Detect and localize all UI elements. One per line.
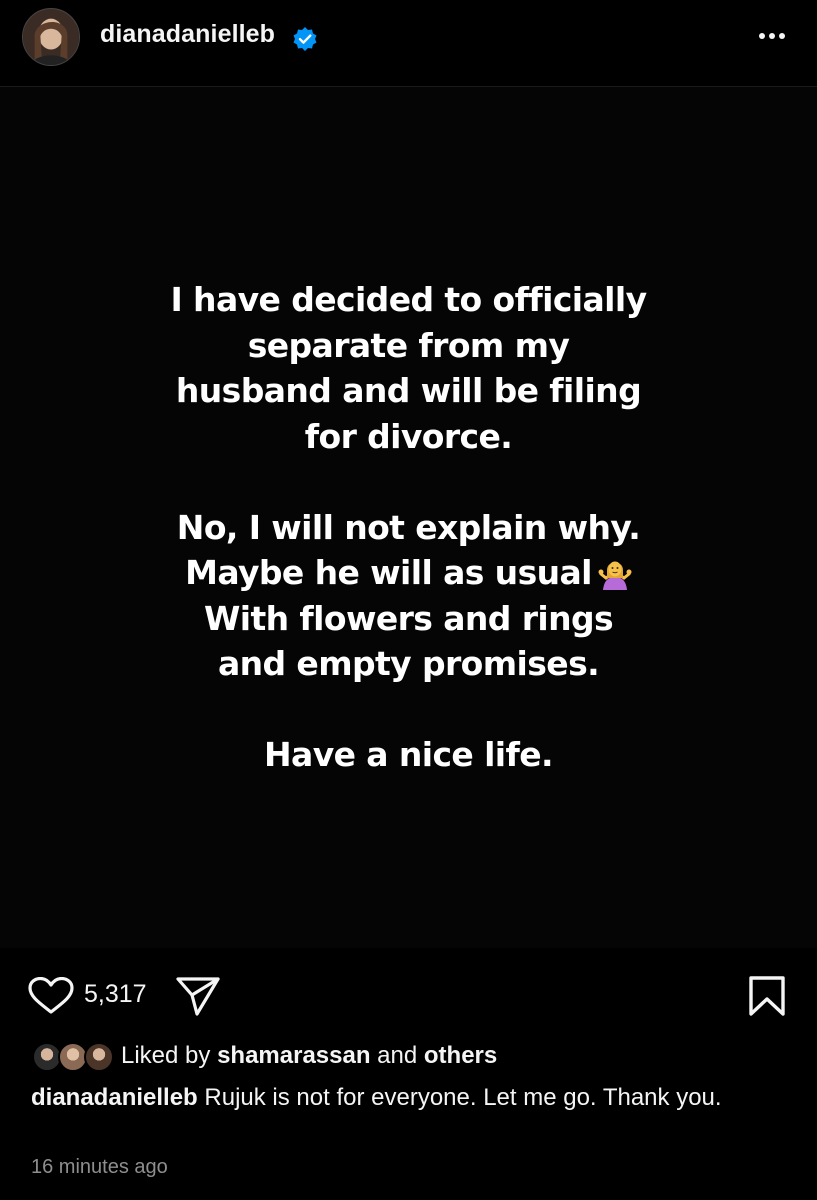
post-username[interactable]: dianadanielleb [100, 20, 275, 49]
post-text-gap [0, 459, 817, 505]
liked-by-prefix: Liked by [121, 1042, 218, 1069]
post-caption: dianadanielleb Rujuk is not for everyone… [31, 1082, 791, 1114]
post-text-line: With flowers and rings [203, 598, 614, 638]
post-header: dianadanielleb [0, 0, 817, 86]
post-text-gap [0, 687, 817, 733]
avatar-image [23, 9, 79, 65]
liked-by-and: and [370, 1042, 424, 1069]
send-icon[interactable] [175, 975, 221, 1017]
liked-by-others[interactable]: others [424, 1042, 497, 1069]
person-shrugging-emoji [598, 561, 632, 590]
post-text-block: I have decided to officially separate fr… [0, 277, 817, 778]
post-image[interactable]: I have decided to officially separate fr… [0, 86, 817, 948]
post-text-line: I have decided to officially [170, 280, 647, 319]
post-text-line: and empty promises. [217, 644, 600, 683]
liker-avatar[interactable] [84, 1042, 114, 1072]
verified-badge-icon [293, 27, 317, 51]
post-text-line: for divorce. [304, 416, 513, 456]
caption-username[interactable]: dianadanielleb [31, 1084, 198, 1111]
like-count[interactable]: 5,317 [84, 980, 147, 1009]
post-text-line: husband and will be filing [175, 371, 642, 410]
post-text-line: separate from my [247, 325, 570, 365]
post-text-line: No, I will not explain why. [176, 507, 641, 547]
liked-by-user[interactable]: shamarassan [217, 1042, 370, 1069]
heart-icon[interactable] [27, 977, 75, 1015]
post-text-line: Have a nice life. [264, 735, 554, 774]
bookmark-icon[interactable] [748, 975, 786, 1017]
post-text-line: Maybe he will as usual [185, 553, 592, 592]
more-options-icon[interactable] [752, 22, 792, 50]
liked-by-text[interactable]: Liked by shamarassan and others [121, 1042, 497, 1070]
post-timestamp: 16 minutes ago [31, 1156, 168, 1178]
caption-text: Rujuk is not for everyone. Let me go. Th… [204, 1084, 722, 1111]
post-text-line-with-emoji: Maybe he will as usual [0, 550, 817, 596]
profile-avatar[interactable] [22, 8, 80, 66]
